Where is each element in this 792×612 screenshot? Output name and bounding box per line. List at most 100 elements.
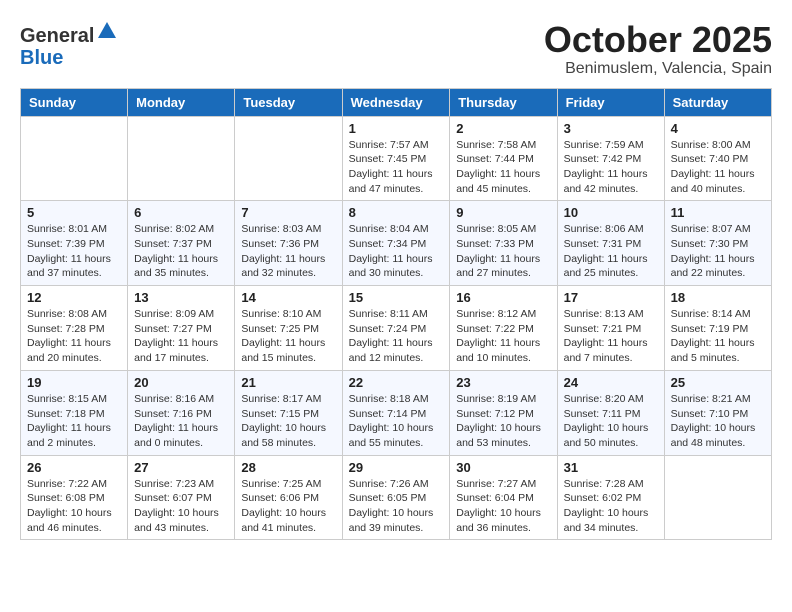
calendar-cell [664, 455, 771, 540]
day-detail: Sunrise: 8:02 AM Sunset: 7:37 PM Dayligh… [134, 222, 228, 281]
day-detail: Sunrise: 7:22 AM Sunset: 6:08 PM Dayligh… [27, 477, 121, 536]
weekday-header-row: SundayMondayTuesdayWednesdayThursdayFrid… [21, 88, 772, 116]
day-number: 31 [564, 460, 658, 475]
day-detail: Sunrise: 8:04 AM Sunset: 7:34 PM Dayligh… [349, 222, 444, 281]
logo-icon [96, 20, 118, 42]
calendar-cell: 30Sunrise: 7:27 AM Sunset: 6:04 PM Dayli… [450, 455, 557, 540]
calendar-cell [21, 116, 128, 201]
week-row-5: 26 Sunrise: 7:22 AM Sunset: 6:08 PM Dayli… [21, 455, 772, 540]
day-number: 28 [241, 460, 335, 475]
calendar-cell: 1Sunrise: 7:57 AM Sunset: 7:45 PM Daylig… [342, 116, 450, 201]
day-detail: Sunrise: 8:13 AM Sunset: 7:21 PM Dayligh… [564, 307, 658, 366]
logo-general-text: General [20, 25, 94, 47]
calendar-cell: 8 Sunrise: 8:04 AM Sunset: 7:34 PM Daylig… [342, 201, 450, 286]
calendar-cell: 14 Sunrise: 8:10 AM Sunset: 7:25 PM Dayli… [235, 286, 342, 371]
calendar-cell: 18 Sunrise: 8:14 AM Sunset: 7:19 PM Dayli… [664, 286, 771, 371]
day-detail: Sunrise: 7:58 AM Sunset: 7:44 PM Dayligh… [456, 138, 550, 197]
week-row-1: 1Sunrise: 7:57 AM Sunset: 7:45 PM Daylig… [21, 116, 772, 201]
title-block: October 2025 Benimuslem, Valencia, Spain [544, 20, 772, 78]
day-number: 24 [564, 375, 658, 390]
header: General Blue October 2025 Benimuslem, Va… [20, 20, 772, 78]
day-number: 4 [671, 121, 765, 136]
day-number: 18 [671, 290, 765, 305]
weekday-header-saturday: Saturday [664, 88, 771, 116]
week-row-3: 12 Sunrise: 8:08 AM Sunset: 7:28 PM Dayli… [21, 286, 772, 371]
day-detail: Sunrise: 8:16 AM Sunset: 7:16 PM Dayligh… [134, 392, 228, 451]
month-title: October 2025 [544, 20, 772, 60]
day-detail: Sunrise: 8:12 AM Sunset: 7:22 PM Dayligh… [456, 307, 550, 366]
day-number: 19 [27, 375, 121, 390]
day-detail: Sunrise: 8:10 AM Sunset: 7:25 PM Dayligh… [241, 307, 335, 366]
weekday-header-wednesday: Wednesday [342, 88, 450, 116]
calendar-cell: 12 Sunrise: 8:08 AM Sunset: 7:28 PM Dayli… [21, 286, 128, 371]
day-number: 25 [671, 375, 765, 390]
calendar-cell: 3 Sunrise: 7:59 AM Sunset: 7:42 PM Daylig… [557, 116, 664, 201]
location: Benimuslem, Valencia, Spain [544, 60, 772, 78]
calendar-cell: 5Sunrise: 8:01 AM Sunset: 7:39 PM Daylig… [21, 201, 128, 286]
calendar-cell: 15Sunrise: 8:11 AM Sunset: 7:24 PM Dayli… [342, 286, 450, 371]
day-detail: Sunrise: 7:59 AM Sunset: 7:42 PM Dayligh… [564, 138, 658, 197]
day-number: 3 [564, 121, 658, 136]
page: General Blue October 2025 Benimuslem, Va… [0, 0, 792, 550]
weekday-header-sunday: Sunday [21, 88, 128, 116]
calendar-cell: 26 Sunrise: 7:22 AM Sunset: 6:08 PM Dayli… [21, 455, 128, 540]
week-row-2: 5Sunrise: 8:01 AM Sunset: 7:39 PM Daylig… [21, 201, 772, 286]
day-detail: Sunrise: 8:20 AM Sunset: 7:11 PM Dayligh… [564, 392, 658, 451]
day-number: 16 [456, 290, 550, 305]
day-detail: Sunrise: 8:09 AM Sunset: 7:27 PM Dayligh… [134, 307, 228, 366]
calendar-cell: 31 Sunrise: 7:28 AM Sunset: 6:02 PM Dayli… [557, 455, 664, 540]
day-number: 2 [456, 121, 550, 136]
day-detail: Sunrise: 7:26 AM Sunset: 6:05 PM Dayligh… [349, 477, 444, 536]
day-number: 7 [241, 205, 335, 220]
weekday-header-tuesday: Tuesday [235, 88, 342, 116]
logo-blue-text: Blue [20, 47, 63, 69]
day-detail: Sunrise: 8:15 AM Sunset: 7:18 PM Dayligh… [27, 392, 121, 451]
calendar-cell [235, 116, 342, 201]
day-number: 22 [349, 375, 444, 390]
day-number: 9 [456, 205, 550, 220]
calendar-cell: 21 Sunrise: 8:17 AM Sunset: 7:15 PM Dayli… [235, 370, 342, 455]
day-number: 11 [671, 205, 765, 220]
calendar-cell: 2 Sunrise: 7:58 AM Sunset: 7:44 PM Daylig… [450, 116, 557, 201]
calendar-cell: 25Sunrise: 8:21 AM Sunset: 7:10 PM Dayli… [664, 370, 771, 455]
calendar-cell: 11 Sunrise: 8:07 AM Sunset: 7:30 PM Dayli… [664, 201, 771, 286]
calendar-cell: 17 Sunrise: 8:13 AM Sunset: 7:21 PM Dayli… [557, 286, 664, 371]
calendar-cell: 4Sunrise: 8:00 AM Sunset: 7:40 PM Daylig… [664, 116, 771, 201]
day-number: 10 [564, 205, 658, 220]
weekday-header-monday: Monday [128, 88, 235, 116]
calendar-cell: 29 Sunrise: 7:26 AM Sunset: 6:05 PM Dayli… [342, 455, 450, 540]
day-number: 29 [349, 460, 444, 475]
calendar-cell: 22Sunrise: 8:18 AM Sunset: 7:14 PM Dayli… [342, 370, 450, 455]
calendar-cell: 20Sunrise: 8:16 AM Sunset: 7:16 PM Dayli… [128, 370, 235, 455]
day-number: 23 [456, 375, 550, 390]
day-number: 17 [564, 290, 658, 305]
day-detail: Sunrise: 8:01 AM Sunset: 7:39 PM Dayligh… [27, 222, 121, 281]
calendar-cell: 24 Sunrise: 8:20 AM Sunset: 7:11 PM Dayli… [557, 370, 664, 455]
day-number: 12 [27, 290, 121, 305]
day-number: 8 [349, 205, 444, 220]
day-detail: Sunrise: 8:03 AM Sunset: 7:36 PM Dayligh… [241, 222, 335, 281]
day-detail: Sunrise: 8:08 AM Sunset: 7:28 PM Dayligh… [27, 307, 121, 366]
calendar-cell: 13 Sunrise: 8:09 AM Sunset: 7:27 PM Dayli… [128, 286, 235, 371]
day-detail: Sunrise: 7:27 AM Sunset: 6:04 PM Dayligh… [456, 477, 550, 536]
calendar-cell: 9Sunrise: 8:05 AM Sunset: 7:33 PM Daylig… [450, 201, 557, 286]
day-detail: Sunrise: 7:28 AM Sunset: 6:02 PM Dayligh… [564, 477, 658, 536]
calendar-table: SundayMondayTuesdayWednesdayThursdayFrid… [20, 88, 772, 541]
calendar-cell: 6Sunrise: 8:02 AM Sunset: 7:37 PM Daylig… [128, 201, 235, 286]
day-detail: Sunrise: 8:14 AM Sunset: 7:19 PM Dayligh… [671, 307, 765, 366]
calendar-cell: 28Sunrise: 7:25 AM Sunset: 6:06 PM Dayli… [235, 455, 342, 540]
day-number: 21 [241, 375, 335, 390]
day-number: 27 [134, 460, 228, 475]
day-number: 26 [27, 460, 121, 475]
calendar-cell: 7 Sunrise: 8:03 AM Sunset: 7:36 PM Daylig… [235, 201, 342, 286]
day-detail: Sunrise: 8:17 AM Sunset: 7:15 PM Dayligh… [241, 392, 335, 451]
day-number: 14 [241, 290, 335, 305]
day-detail: Sunrise: 8:06 AM Sunset: 7:31 PM Dayligh… [564, 222, 658, 281]
logo: General Blue [20, 20, 118, 69]
day-detail: Sunrise: 8:07 AM Sunset: 7:30 PM Dayligh… [671, 222, 765, 281]
day-detail: Sunrise: 7:57 AM Sunset: 7:45 PM Dayligh… [349, 138, 444, 197]
calendar-cell: 27Sunrise: 7:23 AM Sunset: 6:07 PM Dayli… [128, 455, 235, 540]
calendar-cell [128, 116, 235, 201]
day-detail: Sunrise: 8:19 AM Sunset: 7:12 PM Dayligh… [456, 392, 550, 451]
day-number: 13 [134, 290, 228, 305]
